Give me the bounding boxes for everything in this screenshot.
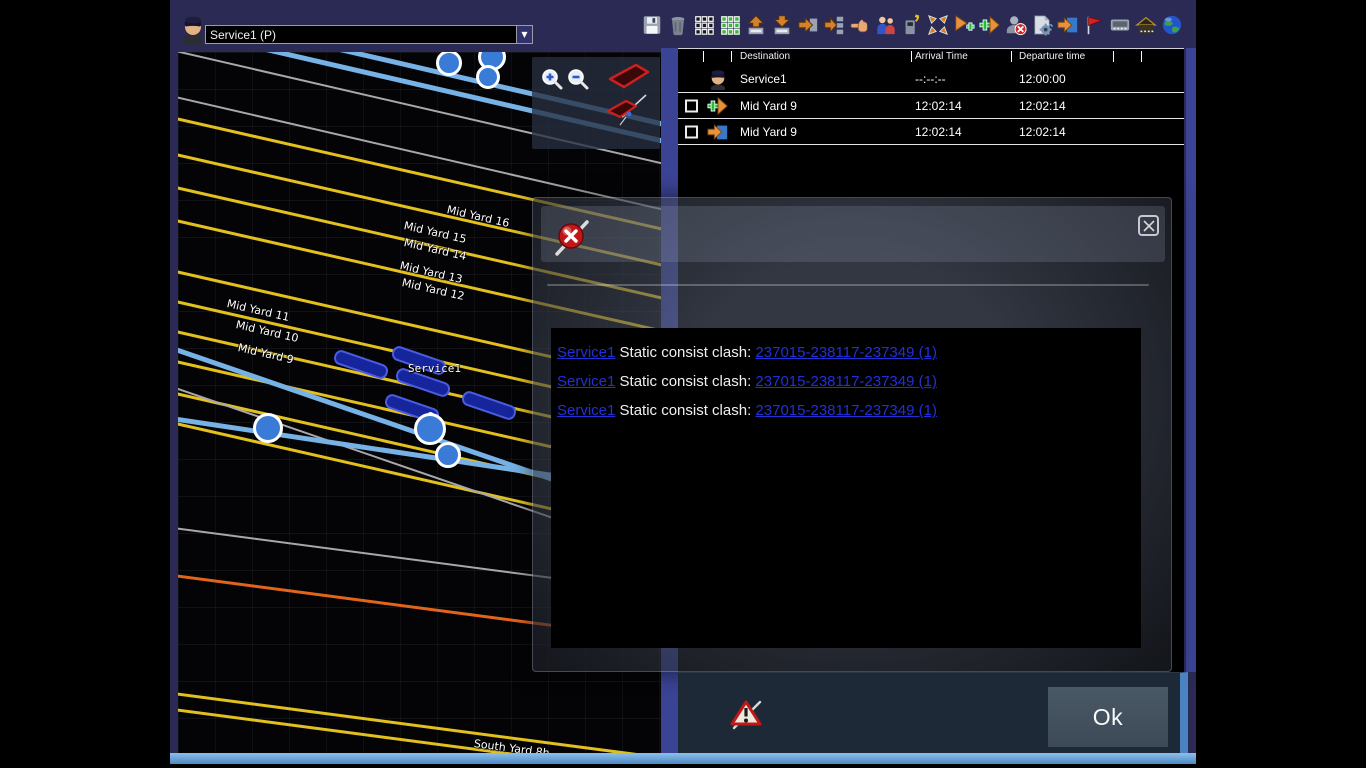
consist-link[interactable]: 237015-238117-237349 (1) <box>755 373 937 390</box>
world-map-icon[interactable] <box>1160 12 1184 38</box>
consist-link[interactable]: 237015-238117-237349 (1) <box>755 344 937 361</box>
warning-marker-icon <box>730 697 764 731</box>
topbar: Service1 (P) ▼ <box>170 0 1196 48</box>
window-bottom-border <box>170 753 1196 764</box>
refuel-icon[interactable] <box>900 12 924 38</box>
window-right-border <box>1186 48 1196 672</box>
zoom-out-icon[interactable] <box>566 67 590 91</box>
waypoint-node[interactable] <box>435 442 461 468</box>
waypoint-node[interactable] <box>414 413 446 445</box>
dialog-titlebar <box>541 206 1165 262</box>
service-dropdown[interactable]: Service1 (P) ▼ <box>205 25 533 44</box>
close-icon[interactable] <box>1138 215 1159 236</box>
control-panel-icon[interactable] <box>1108 12 1132 38</box>
ok-button[interactable]: Ok <box>1048 687 1168 747</box>
dialog-separator <box>547 284 1149 286</box>
shift-right-icon[interactable] <box>796 12 820 38</box>
waypoint-node[interactable] <box>476 65 500 89</box>
engine-shed-icon[interactable] <box>1134 12 1158 38</box>
center-view-icon[interactable] <box>926 12 950 38</box>
row-checkbox[interactable] <box>685 125 698 138</box>
table-row[interactable]: Mid Yard 9 12:02:14 12:02:14 <box>678 119 1184 145</box>
error-message: Service1 Static consist clash: 237015-23… <box>557 396 1141 425</box>
row-checkbox[interactable] <box>685 99 698 112</box>
dialog-footer: Ok <box>678 672 1188 753</box>
cell-arrival: --:--:-- <box>915 72 946 86</box>
schedule-table-header: Destination Arrival Time Departure time <box>678 49 1184 65</box>
cell-arrival: 12:02:14 <box>915 99 962 113</box>
service-link[interactable]: Service1 <box>557 402 615 419</box>
import-down-icon[interactable] <box>770 12 794 38</box>
error-message-list: Service1 Static consist clash: 237015-23… <box>551 328 1141 648</box>
col-arrival: Arrival Time <box>915 51 968 62</box>
driver-icon <box>707 68 729 90</box>
delete-icon[interactable] <box>666 12 690 38</box>
error-message: Service1 Static consist clash: 237015-23… <box>557 367 1141 396</box>
passengers-icon[interactable] <box>874 12 898 38</box>
scenario-properties-icon[interactable] <box>1030 12 1054 38</box>
red-ramp-marker-icon[interactable] <box>606 63 652 89</box>
col-destination: Destination <box>740 51 790 62</box>
white-grid-icon[interactable] <box>692 12 716 38</box>
error-marker-icon <box>551 210 593 258</box>
pointer-hand-icon[interactable] <box>848 12 872 38</box>
service-link[interactable]: Service1 <box>557 373 615 390</box>
cell-arrival: 12:02:14 <box>915 125 962 139</box>
consist-link[interactable]: 237015-238117-237349 (1) <box>755 402 937 419</box>
service-map-label: Service1 <box>408 362 461 375</box>
consist-block[interactable] <box>460 389 518 421</box>
cell-departure: 12:02:14 <box>1019 125 1066 139</box>
error-message: Service1 Static consist clash: 237015-23… <box>557 338 1141 367</box>
add-stop-icon <box>707 95 729 117</box>
portal-icon[interactable] <box>1056 12 1080 38</box>
consist-block[interactable] <box>332 348 390 380</box>
add-instruction-icon[interactable] <box>978 12 1002 38</box>
cell-departure: 12:00:00 <box>1019 72 1066 86</box>
driver-avatar-icon <box>181 13 205 45</box>
remove-driver-icon[interactable] <box>1004 12 1028 38</box>
waypoint-node[interactable] <box>253 413 283 443</box>
cell-destination: Mid Yard 9 <box>740 99 797 113</box>
export-up-icon[interactable] <box>744 12 768 38</box>
portal-stop-icon <box>707 121 729 143</box>
green-grid-icon[interactable] <box>718 12 742 38</box>
add-driver-instruction-icon[interactable] <box>952 12 976 38</box>
toolbar <box>640 12 1184 38</box>
col-departure: Departure time <box>1019 51 1085 62</box>
save-icon[interactable] <box>640 12 664 38</box>
cell-destination: Service1 <box>740 72 787 86</box>
table-row[interactable]: Mid Yard 9 12:02:14 12:02:14 <box>678 93 1184 119</box>
map-zoom-panel <box>532 57 660 149</box>
zoom-in-icon[interactable] <box>540 67 564 91</box>
shift-right-multi-icon[interactable] <box>822 12 846 38</box>
cell-departure: 12:02:14 <box>1019 99 1066 113</box>
cell-destination: Mid Yard 9 <box>740 125 797 139</box>
service-dropdown-value: Service1 (P) <box>206 28 516 42</box>
track-label: Mid Yard 9 <box>237 341 295 366</box>
track-label: Mid Yard 16 <box>446 203 511 230</box>
chevron-down-icon[interactable]: ▼ <box>516 26 532 43</box>
table-row[interactable]: Service1 --:--:-- 12:00:00 <box>678 65 1184 93</box>
waypoint-node[interactable] <box>436 52 462 76</box>
scenario-editor-window: Service1 (P) ▼ <box>170 0 1196 764</box>
flag-marker-icon[interactable] <box>1082 12 1106 38</box>
service-link[interactable]: Service1 <box>557 344 615 361</box>
error-dialog: Service1 Static consist clash: 237015-23… <box>532 197 1172 672</box>
red-ramp-clock-marker-icon[interactable] <box>602 93 652 127</box>
